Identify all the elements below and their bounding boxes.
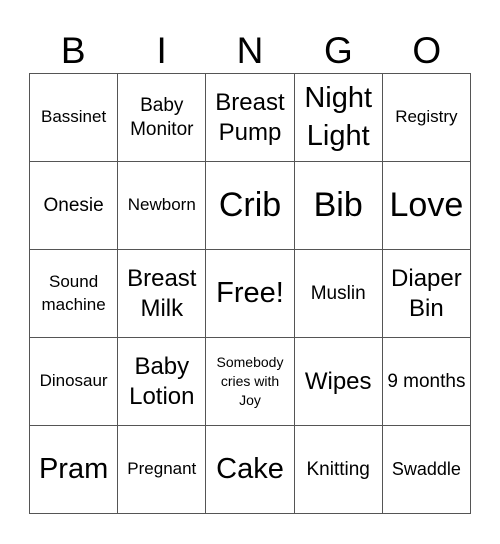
bingo-cell[interactable]: Wipes [294,338,383,426]
bingo-cell[interactable]: Cake [206,426,295,514]
bingo-cell[interactable]: Registry [382,74,471,162]
bingo-grid: Bassinet Baby Monitor Breast Pump Night … [29,73,471,514]
bingo-cell[interactable]: Baby Monitor [118,74,207,162]
bingo-cell[interactable]: Newborn [118,162,207,250]
free-space[interactable]: Free! [206,250,295,338]
bingo-cell[interactable]: Crib [206,162,295,250]
bingo-cell[interactable]: Dinosaur [30,338,119,426]
bingo-cell[interactable]: Breast Pump [206,74,295,162]
bingo-cell[interactable]: Pregnant [118,426,207,514]
header-letter-i: I [156,30,167,71]
bingo-cell[interactable]: Diaper Bin [382,250,471,338]
header-letter-o: O [412,30,442,71]
bingo-cell[interactable]: Swaddle [382,426,471,514]
bingo-cell[interactable]: Bassinet [30,74,119,162]
bingo-cell[interactable]: Breast Milk [118,250,207,338]
bingo-cell[interactable]: Bib [294,162,383,250]
header-letter-g: G [324,30,353,71]
bingo-cell[interactable]: Sound machine [30,250,119,338]
bingo-cell[interactable]: Baby Lotion [118,338,207,426]
bingo-cell[interactable]: Onesie [30,162,119,250]
bingo-cell[interactable]: Knitting [294,426,383,514]
bingo-cell[interactable]: Muslin [294,250,383,338]
header-letter-b: B [60,30,86,71]
header-letter-n: N [236,30,264,71]
bingo-cell[interactable]: Somebody cries with Joy [206,338,295,426]
bingo-cell[interactable]: Night Light [294,74,383,162]
bingo-header: B I N G O [29,28,471,73]
bingo-cell[interactable]: Pram [30,426,119,514]
bingo-cell[interactable]: 9 months [382,338,471,426]
bingo-cell[interactable]: Love [382,162,471,250]
